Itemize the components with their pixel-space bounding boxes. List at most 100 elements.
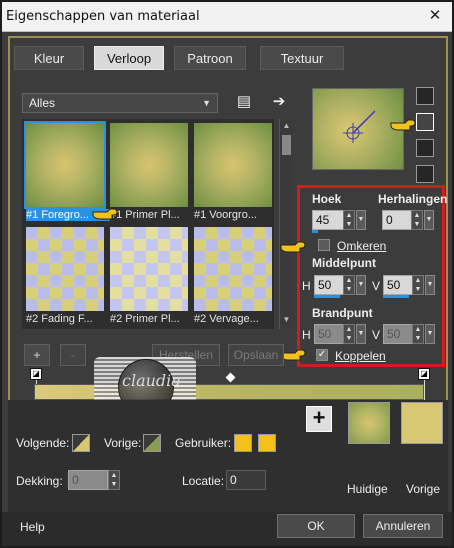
gradient-label: #1 Primer Pl... — [110, 209, 180, 221]
dekking-label: Dekking: — [16, 474, 63, 488]
h-label: H — [302, 328, 311, 342]
gradient-item[interactable]: #2 Vervage... — [194, 227, 272, 327]
scroll-up-icon[interactable]: ▲ — [282, 121, 291, 131]
tab-patroon[interactable]: Patroon — [174, 46, 246, 70]
opacity-stop-left[interactable]: ◪ — [30, 368, 42, 380]
watermark-text: claudia — [122, 371, 181, 390]
volgende-swatch[interactable] — [72, 434, 90, 452]
opacity-midpoint[interactable] — [225, 372, 236, 383]
chevron-down-icon[interactable]: ▼ — [356, 324, 366, 344]
opacity-stop-right[interactable]: ◪ — [418, 368, 430, 380]
add-stop-button[interactable]: + — [24, 344, 50, 366]
middelpunt-v-stepper[interactable]: ▲ ▼ — [412, 275, 424, 295]
gradient-thumbnail — [194, 227, 272, 311]
gebruiker-label: Gebruiker: — [175, 436, 232, 450]
opslaan-button[interactable]: Opslaan — [228, 344, 284, 366]
gradient-label: #2 Primer Pl... — [110, 313, 180, 325]
tab-kleur[interactable]: Kleur — [14, 46, 84, 70]
radial-style-icon[interactable] — [416, 113, 434, 131]
rectangular-style-icon[interactable] — [416, 139, 434, 157]
middelpunt-label: Middelpunt — [312, 256, 376, 270]
gradient-label: #2 Fading F... — [26, 313, 93, 325]
chevron-down-icon[interactable]: ▼ — [425, 275, 435, 295]
gradient-bar[interactable] — [34, 384, 424, 400]
ok-button[interactable]: OK — [277, 514, 355, 538]
chevron-down-icon[interactable]: ▼ — [356, 275, 366, 295]
scroll-down-icon[interactable]: ▼ — [282, 315, 291, 325]
window-title: Eigenschappen van materiaal — [6, 9, 200, 24]
herhalingen-input[interactable]: 0 — [382, 210, 412, 230]
gebruiker-swatch-2[interactable] — [258, 434, 276, 452]
locatie-label: Locatie: — [182, 474, 225, 488]
brandpunt-v-stepper[interactable]: ▲ ▼ — [412, 324, 424, 344]
gradient-thumbnail — [194, 123, 272, 207]
arrow-right-icon[interactable]: ➔ — [270, 93, 288, 111]
pointing-hand-icon — [280, 240, 306, 254]
middelpunt-h-slider[interactable] — [314, 295, 340, 298]
vorige-swatch[interactable] — [143, 434, 161, 452]
gebruiker-swatch-1[interactable] — [234, 434, 252, 452]
hoek-stepper[interactable]: ▲ ▼ — [343, 210, 355, 230]
gradient-thumbnail — [110, 227, 188, 311]
gradient-item[interactable]: #2 Primer Pl... — [110, 227, 188, 327]
pointing-hand-icon — [92, 207, 118, 221]
hoek-input[interactable]: 45 — [312, 210, 344, 230]
omkeren-checkbox[interactable] — [318, 239, 330, 251]
middelpunt-v-slider[interactable] — [383, 295, 409, 298]
gradient-scrollbar[interactable]: ▲ ▼ — [279, 119, 292, 329]
gradient-item[interactable]: #1 Primer Pl... — [110, 123, 188, 223]
brandpunt-h-stepper[interactable]: ▲ ▼ — [343, 324, 355, 344]
h-label: H — [302, 279, 311, 293]
remove-stop-button[interactable]: - — [60, 344, 86, 366]
herhalingen-stepper[interactable]: ▲ ▼ — [411, 210, 423, 230]
v-label: V — [372, 279, 381, 293]
sunburst-style-icon[interactable] — [416, 165, 434, 183]
koppelen-label[interactable]: Koppelen — [335, 349, 386, 363]
chevron-down-icon[interactable]: ▼ — [424, 210, 434, 230]
tab-textuur[interactable]: Textuur — [260, 46, 344, 70]
gradient-thumbnail — [26, 227, 104, 311]
huidige-swatch[interactable] — [348, 402, 390, 444]
middelpunt-h-stepper[interactable]: ▲ ▼ — [343, 275, 355, 295]
locatie-input[interactable]: 0 — [226, 470, 266, 490]
herhalingen-label: Herhalingen — [378, 192, 448, 206]
document-icon[interactable]: ▤ — [235, 93, 253, 111]
help-button[interactable]: Help — [20, 520, 45, 534]
hoek-slider[interactable] — [312, 230, 318, 233]
hoek-label: Hoek — [312, 192, 342, 206]
add-swatch-button[interactable]: + — [306, 406, 332, 432]
category-select[interactable]: Alles ▼ — [22, 93, 218, 113]
tab-verloop[interactable]: Verloop — [94, 46, 164, 70]
vorige-preview-label: Vorige — [406, 482, 441, 496]
gradient-item[interactable]: #1 Voorgro... — [194, 123, 272, 223]
scrollbar-thumb[interactable] — [282, 135, 291, 155]
koppelen-checkbox[interactable]: ✓ — [316, 349, 328, 361]
gradient-label: #1 Voorgro... — [194, 209, 257, 221]
dekking-input[interactable]: 0 — [68, 470, 108, 490]
gradient-thumbnail — [110, 123, 188, 207]
gradient-list: #1 Foregro... #1 Primer Pl... #1 Voorgro… — [22, 119, 274, 329]
cancel-button[interactable]: Annuleren — [363, 514, 443, 538]
linear-style-icon[interactable] — [416, 87, 434, 105]
dekking-stepper[interactable]: ▲ ▼ — [108, 470, 120, 490]
title-bar: Eigenschappen van materiaal ✕ — [2, 2, 452, 32]
brandpunt-label: Brandpunt — [312, 306, 373, 320]
gradient-item[interactable]: #2 Fading F... — [26, 227, 104, 327]
v-label: V — [372, 328, 381, 342]
huidige-label: Huidige — [347, 482, 388, 496]
gradient-label: #2 Vervage... — [194, 313, 259, 325]
volgende-label: Volgende: — [16, 436, 70, 450]
material-properties-dialog: Eigenschappen van materiaal ✕ Kleur Verl… — [0, 0, 454, 548]
chevron-down-icon[interactable]: ▼ — [425, 324, 435, 344]
pointing-hand-icon — [390, 118, 416, 132]
vorige-label: Vorige: — [104, 436, 142, 450]
chevron-down-icon: ▼ — [202, 98, 211, 108]
vorige-preview-swatch[interactable] — [401, 402, 443, 444]
chevron-down-icon[interactable]: ▼ — [356, 210, 366, 230]
middelpunt-v-input[interactable]: 50 — [383, 275, 413, 295]
brandpunt-v-input[interactable]: 50 — [383, 324, 413, 344]
brandpunt-h-input[interactable]: 50 — [314, 324, 344, 344]
middelpunt-h-input[interactable]: 50 — [314, 275, 344, 295]
close-icon[interactable]: ✕ — [426, 7, 444, 25]
omkeren-label[interactable]: Omkeren — [337, 239, 386, 253]
